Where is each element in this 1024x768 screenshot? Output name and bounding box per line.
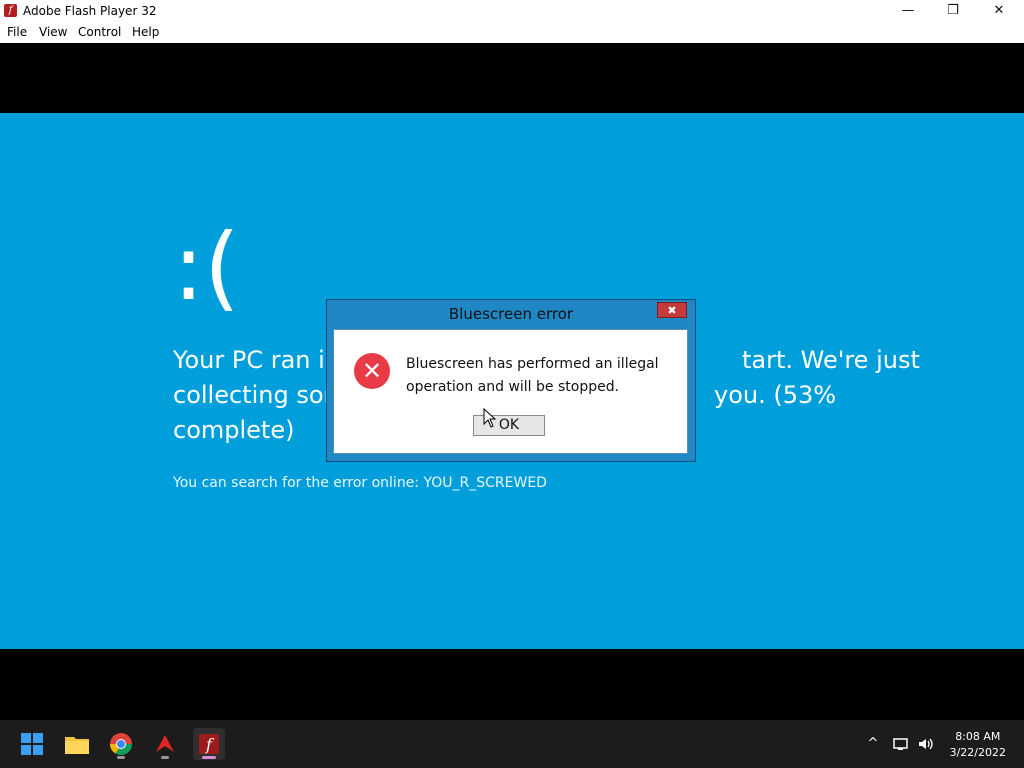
tray-overflow-chevron-icon[interactable]: ^ <box>864 735 882 753</box>
flash-active-indicator <box>202 756 216 759</box>
acrobat-running-indicator <box>161 756 169 759</box>
file-explorer-icon[interactable] <box>61 728 93 760</box>
minimize-button[interactable]: — <box>885 0 931 22</box>
window-title: Adobe Flash Player 32 <box>23 4 157 18</box>
window-titlebar: f Adobe Flash Player 32 — ❐ ✕ <box>0 0 1024 22</box>
dialog-close-button[interactable]: ✖ <box>657 302 687 318</box>
taskbar-clock[interactable]: 8:08 AM 3/22/2022 <box>950 729 1006 761</box>
sad-face: :( <box>173 214 240 321</box>
menu-control[interactable]: Control <box>78 25 121 39</box>
error-x-icon: ✕ <box>354 353 390 389</box>
bsod-line-1-left: Your PC ran in <box>173 346 341 374</box>
bsod-line-2-left: collecting som <box>173 381 347 409</box>
clock-date: 3/22/2022 <box>949 746 1006 759</box>
dialog-title: Bluescreen error <box>448 305 574 323</box>
menu-bar: File View Control Help <box>0 22 1024 43</box>
dialog-message: Bluescreen has performed an illegal oper… <box>406 356 659 395</box>
adobe-acrobat-icon[interactable] <box>149 728 181 760</box>
menu-view[interactable]: View <box>39 25 67 39</box>
bsod-line-2-right: you. (53% <box>714 381 837 409</box>
stage-letterbox-top <box>0 43 1024 113</box>
restore-button[interactable]: ❐ <box>930 0 976 22</box>
clock-time: 8:08 AM <box>955 730 1001 743</box>
mouse-cursor-icon <box>483 408 497 428</box>
menu-help[interactable]: Help <box>132 25 159 39</box>
error-dialog: Bluescreen error ✖ ✕ Bluescreen has perf… <box>326 299 696 462</box>
bsod-search-text: You can search for the error online: YOU… <box>173 475 547 491</box>
menu-file[interactable]: File <box>7 25 27 39</box>
flash-app-icon: f <box>4 4 17 17</box>
bsod-line-1-right: tart. We're just <box>742 346 920 374</box>
taskbar: f ^ 8:08 AM 3/22/2022 <box>0 720 1024 768</box>
flash-player-icon[interactable]: f <box>193 728 225 760</box>
start-icon[interactable] <box>16 728 48 760</box>
chrome-icon[interactable] <box>105 728 137 760</box>
chrome-running-indicator <box>117 756 125 759</box>
volume-icon[interactable] <box>917 735 935 753</box>
close-button[interactable]: ✕ <box>976 0 1022 22</box>
dialog-body: ✕ Bluescreen has performed an illegal op… <box>333 329 688 454</box>
stage-letterbox-bottom <box>0 649 1024 720</box>
network-icon[interactable] <box>892 735 910 753</box>
bsod-line-3: complete) <box>173 416 295 444</box>
